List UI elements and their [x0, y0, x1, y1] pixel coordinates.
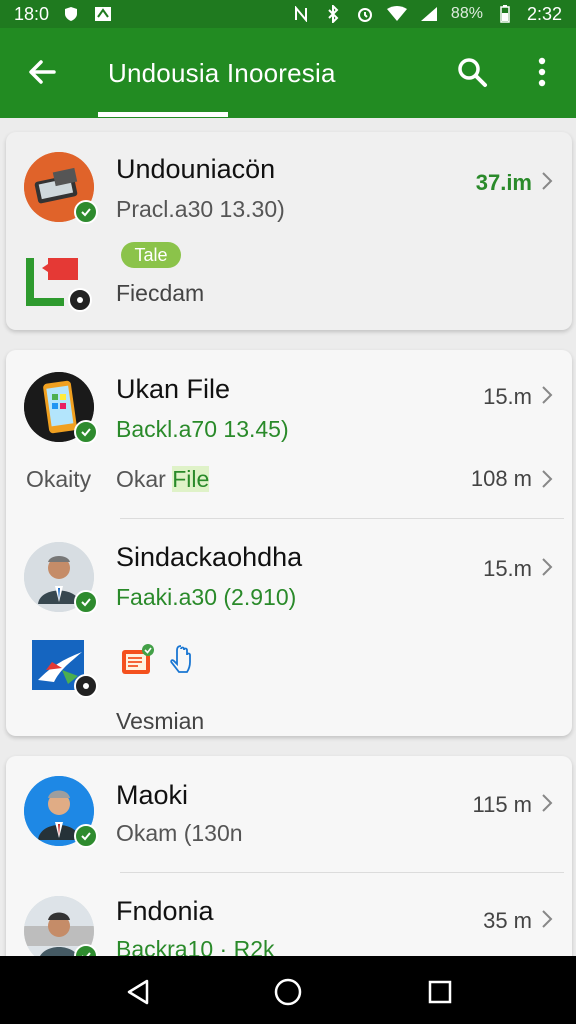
row-label: Okaity — [26, 466, 92, 492]
list-item[interactable]: Okaity Okar File 108 m — [6, 454, 572, 514]
app-logo — [24, 250, 92, 312]
conversation-card: Maoki Okam (130n 115 m Fndonia Backra10 … — [6, 756, 572, 976]
check-badge-icon — [74, 590, 98, 614]
status-badge: Tale — [121, 242, 181, 268]
distance-label: 35 m — [483, 908, 532, 933]
avatar — [24, 372, 98, 444]
nav-recents-icon — [428, 980, 452, 1004]
list-item[interactable]: Maoki Okam (130n 115 m — [6, 756, 572, 872]
more-options-button[interactable] — [524, 52, 560, 92]
nav-home-button[interactable] — [270, 974, 306, 1010]
system-nav-bar — [0, 956, 576, 1024]
contact-name: Maoki — [116, 780, 189, 810]
distance-label: 15.m — [483, 384, 532, 409]
list-item[interactable]: Ukan File Backl.a70 13.45) 15.m — [6, 350, 572, 470]
app-logo — [32, 640, 98, 698]
search-button[interactable] — [452, 52, 492, 92]
app-bar: Undousia Inooresia — [0, 28, 576, 118]
bluetooth-icon — [323, 5, 343, 23]
contact-subtitle: Faaki.a30 (2.910) — [116, 584, 297, 610]
back-button[interactable] — [22, 52, 62, 92]
back-arrow-icon — [29, 60, 56, 84]
name-highlight: File — [172, 466, 210, 492]
signal-icon — [419, 5, 439, 23]
contact-name: Undouniacön — [116, 154, 276, 184]
conversation-card: Undouniacön Pracl.a30 13.30) 37.im Tale … — [6, 132, 572, 330]
edit-badge-icon — [74, 674, 98, 698]
status-time-right: 2:32 — [526, 3, 562, 24]
battery-icon — [495, 5, 515, 23]
conversation-card: Ukan File Backl.a70 13.45) 15.m Okaity O… — [6, 350, 572, 736]
contact-subtitle: Okam (130n — [116, 820, 243, 846]
distance-label: 37.im — [475, 170, 532, 195]
chevron-right-icon — [538, 556, 556, 578]
touch-icon[interactable] — [166, 642, 196, 678]
avatar — [24, 542, 98, 614]
nfc-icon — [291, 5, 311, 23]
nav-back-button[interactable] — [120, 974, 156, 1010]
notification-icon — [93, 5, 113, 23]
contact-name: Sindackaohdha — [116, 542, 303, 572]
wifi-icon — [386, 5, 407, 23]
contact-name-secondary: Vesmian — [116, 708, 205, 734]
name-prefix: Okar — [116, 466, 166, 492]
list-item[interactable]: Undouniacön Pracl.a30 13.30) 37.im Tale … — [6, 132, 572, 330]
chevron-right-icon — [538, 170, 556, 192]
chevron-right-icon — [538, 468, 556, 490]
chevron-right-icon — [538, 908, 556, 930]
check-badge-icon — [74, 200, 98, 224]
distance-label: 115 m — [472, 792, 532, 817]
status-time-left: 18:0 — [14, 3, 50, 24]
contact-subtitle: Backl.a70 13.45) — [116, 416, 289, 442]
tab-indicator — [98, 112, 228, 117]
check-badge-icon — [74, 420, 98, 444]
search-icon — [458, 58, 487, 87]
shield-icon — [61, 5, 81, 23]
avatar — [24, 152, 98, 224]
chevron-right-icon — [538, 384, 556, 406]
divider — [120, 518, 564, 519]
distance-label: 15.m — [483, 556, 532, 581]
contact-name: Fndonia — [116, 896, 214, 926]
distance-label: 108 m — [470, 466, 532, 491]
divider — [120, 872, 564, 873]
edit-badge-icon — [68, 288, 92, 312]
contact-subtitle: Pracl.a30 13.30) — [116, 196, 285, 222]
app-bar-title: Undousia Inooresia — [108, 58, 336, 88]
status-bar: 18:0 88% 2:32 — [0, 0, 576, 28]
list-item[interactable]: Sindackaohdha Faaki.a30 (2.910) 15.m Ves… — [6, 522, 572, 736]
contact-name: Okar File — [116, 466, 210, 493]
alarm-icon — [355, 5, 375, 23]
chevron-right-icon — [538, 792, 556, 814]
check-badge-icon — [74, 824, 98, 848]
battery-percent: 88% — [450, 5, 483, 22]
notes-icon[interactable] — [116, 640, 156, 680]
more-vert-icon — [538, 57, 546, 87]
avatar — [24, 776, 98, 848]
nav-back-icon — [127, 979, 149, 1005]
contact-name-secondary: Fiecdam — [116, 280, 205, 306]
nav-recents-button[interactable] — [422, 974, 458, 1010]
contact-name: Ukan File — [116, 374, 231, 404]
nav-home-icon — [274, 978, 302, 1006]
